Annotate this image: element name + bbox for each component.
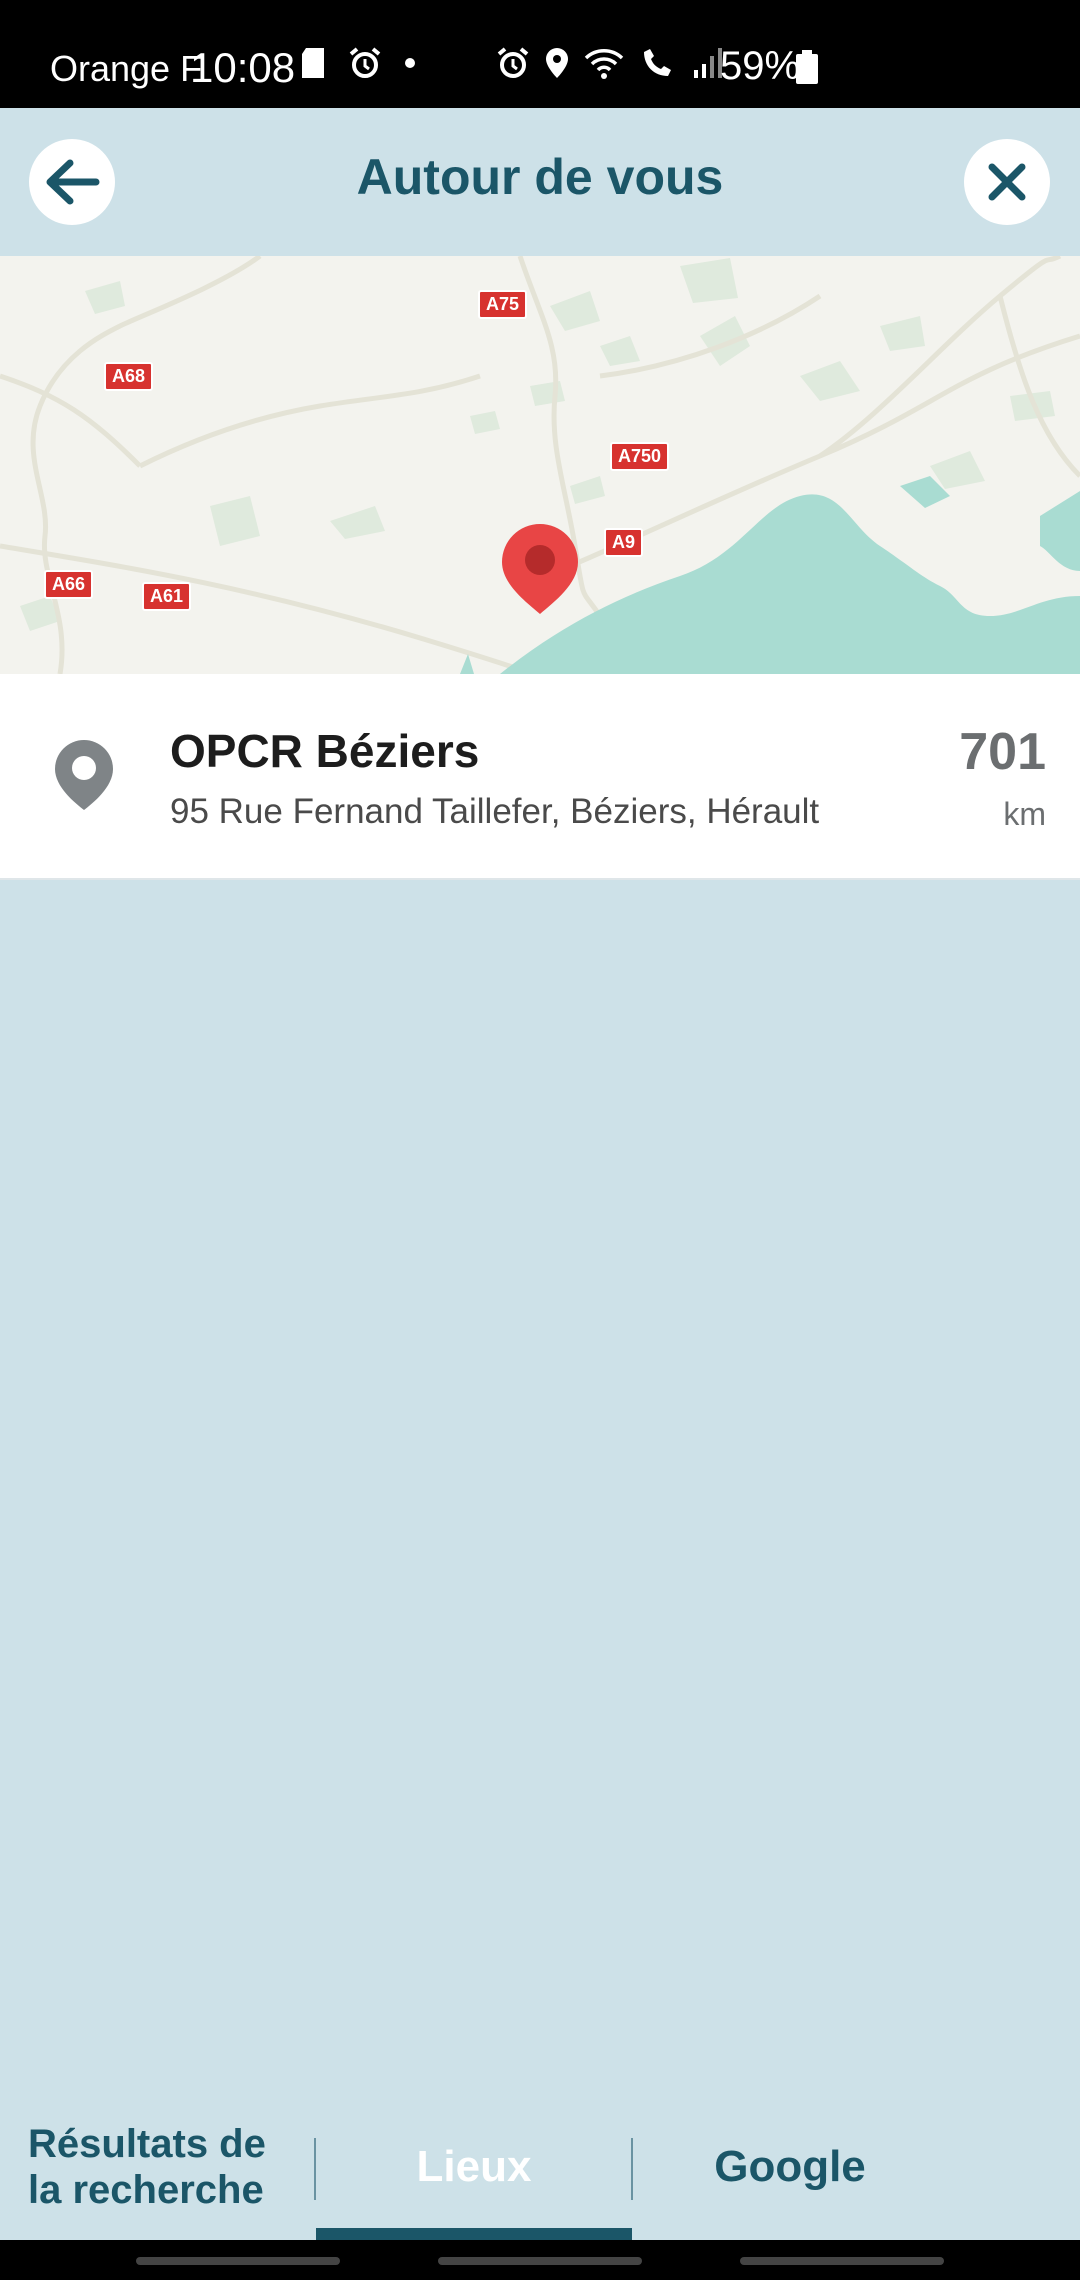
place-result[interactable]: OPCR Béziers 95 Rue Fernand Taillefer, B…: [0, 674, 1080, 880]
road-label: A9: [604, 528, 644, 557]
place-address: 95 Rue Fernand Taillefer, Béziers, Hérau…: [170, 792, 820, 831]
location-icon: [546, 48, 568, 78]
road-label: A75: [478, 290, 528, 319]
app-header: Autour de vous: [0, 108, 1080, 256]
road-label: A68: [104, 362, 154, 391]
tab-google[interactable]: Google: [632, 2094, 948, 2240]
tab-search-results[interactable]: Résultats de la recherche: [28, 2094, 308, 2240]
road-label: A750: [610, 442, 670, 471]
road-label: A66: [44, 570, 94, 599]
carrier-name: Orange F: [50, 48, 203, 89]
map-marker-icon[interactable]: [498, 520, 582, 616]
wifi-icon: [584, 49, 624, 79]
dot-icon: [405, 58, 415, 68]
wifi-calling-icon: [644, 49, 671, 76]
place-name: OPCR Béziers: [170, 725, 480, 777]
bottom-tab-bar: Résultats de la recherche Lieux Google: [0, 2094, 1080, 2240]
alarm-icon: [349, 47, 381, 78]
distance-unit: km: [1003, 796, 1046, 832]
road-label: A61: [142, 582, 192, 611]
nav-recents-handle[interactable]: [136, 2257, 340, 2265]
system-nav-bar: [0, 2240, 1080, 2280]
notification-icons: [300, 46, 416, 80]
status-bar: Orange F 10:08 59%: [0, 0, 1080, 108]
alarm-icon: [497, 47, 529, 78]
system-icons: [496, 46, 722, 80]
close-icon: [988, 163, 1026, 201]
active-tab-indicator: [316, 2228, 632, 2240]
map-view[interactable]: A75 A68 A750 A9 A66 A61: [0, 256, 1080, 674]
clock: 10:08: [190, 44, 296, 91]
location-pin-icon: [55, 740, 113, 810]
place-distance: 701: [959, 723, 1046, 781]
sd-card-icon: [302, 48, 324, 78]
signal-icon: [694, 48, 722, 78]
battery-icon: [796, 50, 818, 84]
close-button[interactable]: [964, 139, 1050, 225]
nav-home-handle[interactable]: [438, 2257, 642, 2265]
tab-places[interactable]: Lieux: [316, 2094, 632, 2240]
page-title: Autour de vous: [356, 149, 724, 205]
nav-back-handle[interactable]: [740, 2257, 944, 2265]
battery-percentage: 59%: [720, 44, 801, 88]
